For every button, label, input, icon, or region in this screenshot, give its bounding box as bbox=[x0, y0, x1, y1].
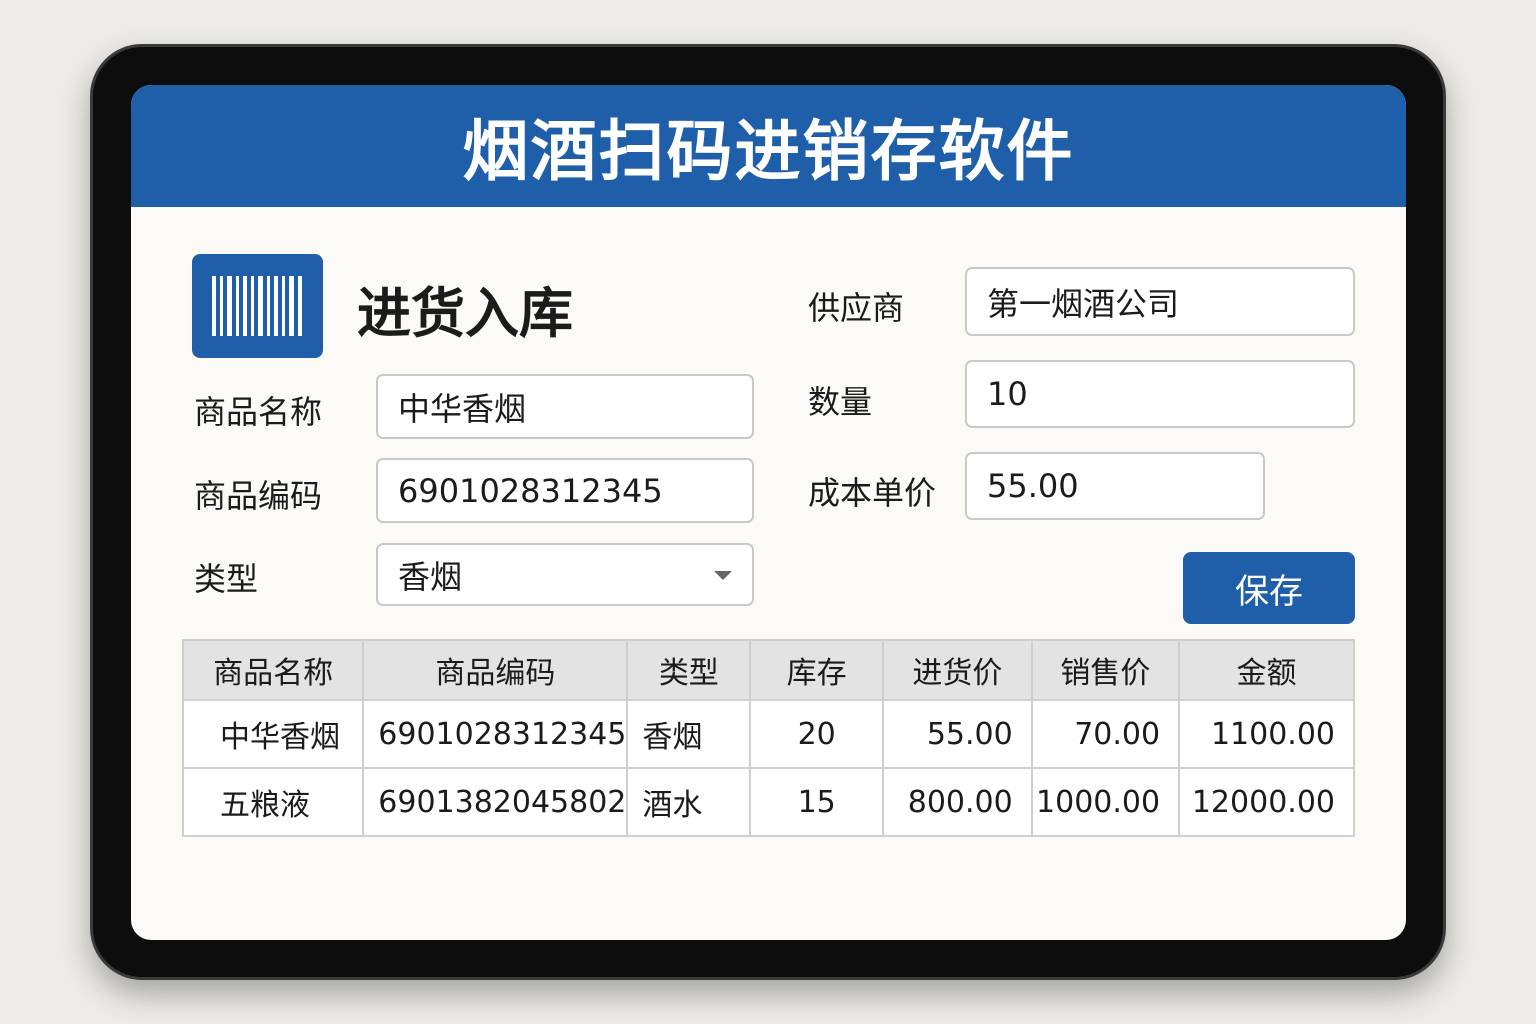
column-header[interactable]: 金额 bbox=[1178, 639, 1355, 701]
product-code-input[interactable]: 6901028312345 bbox=[376, 458, 754, 523]
cell-price: 1000.00 bbox=[1030, 767, 1181, 837]
cell-stock: 15 bbox=[749, 767, 885, 837]
supplier-label: 供应商 bbox=[808, 289, 905, 327]
chevron-down-icon bbox=[714, 571, 732, 580]
cell-amount: 1100.00 bbox=[1178, 699, 1355, 769]
category-select[interactable]: 香烟 bbox=[376, 543, 754, 606]
barcode-icon[interactable] bbox=[192, 254, 323, 358]
app-screen: 烟酒扫码进销存软件 进货入库 商品名称 中华香烟 商品编码 6901028312… bbox=[131, 85, 1406, 940]
product-name-input[interactable]: 中华香烟 bbox=[376, 374, 754, 439]
cell-name: 中华香烟 bbox=[181, 699, 365, 769]
column-header[interactable]: 商品名称 bbox=[181, 639, 365, 701]
app-title: 烟酒扫码进销存软件 bbox=[131, 85, 1406, 207]
cell-category: 香烟 bbox=[626, 699, 752, 769]
cell-cost: 800.00 bbox=[882, 767, 1033, 837]
cell-code: 6901382045802 bbox=[362, 767, 629, 837]
supplier-input[interactable]: 第一烟酒公司 bbox=[965, 267, 1355, 336]
unit-cost-label: 成本单价 bbox=[808, 474, 937, 512]
section-title: 进货入库 bbox=[357, 282, 573, 345]
category-label: 类型 bbox=[194, 560, 259, 598]
cell-amount: 12000.00 bbox=[1178, 767, 1355, 837]
quantity-label: 数量 bbox=[808, 383, 873, 421]
cell-cost: 55.00 bbox=[882, 699, 1033, 769]
product-code-label: 商品编码 bbox=[194, 477, 323, 515]
inventory-table: 商品名称 商品编码 类型 库存 进货价 销售价 金额 中华香烟 69010283… bbox=[181, 639, 1355, 837]
cell-stock: 20 bbox=[749, 699, 885, 769]
table-row[interactable]: 中华香烟 6901028312345 香烟 20 55.00 70.00 110… bbox=[181, 699, 1355, 769]
column-header[interactable]: 库存 bbox=[749, 639, 885, 701]
quantity-input[interactable]: 10 bbox=[965, 360, 1355, 428]
cell-name: 五粮液 bbox=[181, 767, 365, 837]
unit-cost-input[interactable]: 55.00 bbox=[965, 452, 1265, 520]
column-header[interactable]: 销售价 bbox=[1030, 639, 1181, 701]
product-name-label: 商品名称 bbox=[194, 393, 323, 431]
table-row[interactable]: 五粮液 6901382045802 酒水 15 800.00 1000.00 1… bbox=[181, 767, 1355, 837]
column-header[interactable]: 商品编码 bbox=[362, 639, 629, 701]
column-header[interactable]: 进货价 bbox=[882, 639, 1033, 701]
save-button[interactable]: 保存 bbox=[1183, 552, 1355, 624]
category-value: 香烟 bbox=[398, 557, 463, 596]
table-header-row: 商品名称 商品编码 类型 库存 进货价 销售价 金额 bbox=[181, 639, 1355, 701]
cell-category: 酒水 bbox=[626, 767, 752, 837]
cell-price: 70.00 bbox=[1030, 699, 1181, 769]
cell-code: 6901028312345 bbox=[362, 699, 629, 769]
column-header[interactable]: 类型 bbox=[626, 639, 752, 701]
